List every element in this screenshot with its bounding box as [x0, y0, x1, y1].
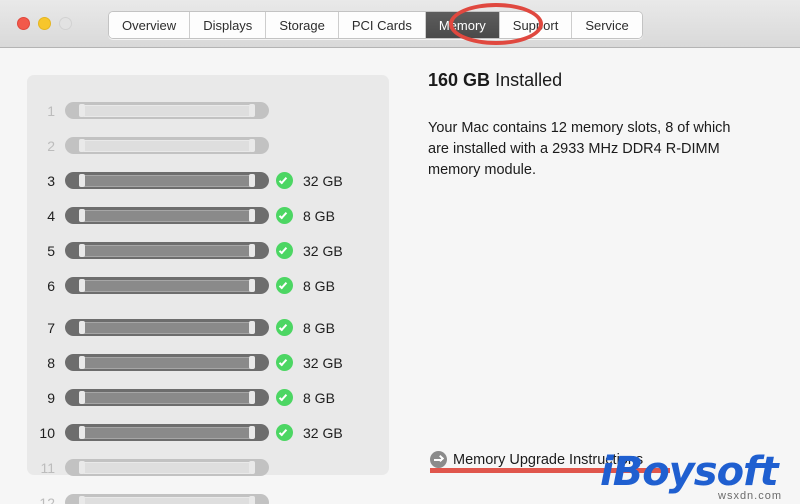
dimm-module-icon: [65, 172, 269, 189]
memory-description: Your Mac contains 12 memory slots, 8 of …: [428, 118, 748, 181]
tab-overview[interactable]: Overview: [109, 12, 190, 38]
check-circle-icon: [276, 354, 293, 371]
memory-slot-status: [269, 319, 299, 336]
tab-displays[interactable]: Displays: [190, 12, 266, 38]
memory-slot-row: 2: [27, 128, 389, 163]
minimize-button[interactable]: [38, 17, 51, 30]
memory-slot-row: 3 32 GB: [27, 163, 389, 198]
memory-slot-row: 6 8 GB: [27, 268, 389, 303]
memory-slot-size: 8 GB: [299, 278, 335, 294]
memory-slot-status: [269, 354, 299, 371]
memory-slot-number: 2: [27, 138, 65, 154]
memory-slot-status: [269, 172, 299, 189]
memory-slot-number: 1: [27, 103, 65, 119]
memory-slot-status: [269, 277, 299, 294]
dimm-module-icon: [65, 102, 269, 119]
dimm-module-icon: [65, 459, 269, 476]
memory-pane: 12332 GB48 GB532 GB68 GB 78 GB832 GB98 G…: [0, 48, 800, 504]
memory-slot-size: 32 GB: [299, 355, 343, 371]
upgrade-link-underline-annotation: [430, 468, 670, 473]
memory-slot-row: 5 32 GB: [27, 233, 389, 268]
check-circle-icon: [276, 319, 293, 336]
installed-amount: 160 GB: [428, 70, 490, 90]
check-circle-icon: [276, 277, 293, 294]
memory-slot-status: [269, 389, 299, 406]
memory-slot-size: 32 GB: [299, 243, 343, 259]
check-circle-icon: [276, 424, 293, 441]
memory-slot-number: 7: [27, 320, 65, 336]
memory-info-panel: 160 GB Installed Your Mac contains 12 me…: [428, 70, 778, 181]
memory-slot-row: 9 8 GB: [27, 380, 389, 415]
traffic-light-controls: [17, 17, 72, 30]
dimm-module-icon: [65, 389, 269, 406]
memory-slot-row: 1: [27, 93, 389, 128]
tab-storage[interactable]: Storage: [266, 12, 339, 38]
check-circle-icon: [276, 172, 293, 189]
tab-bar: Overview Displays Storage PCI Cards Memo…: [108, 11, 643, 39]
tab-support[interactable]: Support: [500, 12, 573, 38]
memory-slot-row: 7 8 GB: [27, 310, 389, 345]
memory-slot-panel: 1 2 3 32 GB 4 8 GB 5 32 GB 6 8 GB 7 8 GB 8 32 GB 9 8 G…: [27, 75, 389, 475]
check-circle-icon: [276, 207, 293, 224]
dimm-module-icon: [65, 277, 269, 294]
memory-slot-size: 8 GB: [299, 208, 335, 224]
memory-slot-number: 8: [27, 355, 65, 371]
system-information-window: Overview Displays Storage PCI Cards Memo…: [0, 0, 800, 504]
memory-slot-group-bottom: 7 8 GB 8 32 GB 9 8 GB 10 32 GB 11 12: [27, 310, 389, 504]
memory-slot-size: 32 GB: [299, 173, 343, 189]
memory-slot-number: 5: [27, 243, 65, 259]
memory-slot-number: 11: [27, 460, 65, 476]
memory-slot-row: 12: [27, 485, 389, 504]
memory-slot-status: [269, 424, 299, 441]
check-circle-icon: [276, 389, 293, 406]
tab-memory[interactable]: Memory: [426, 12, 500, 38]
memory-slot-number: 6: [27, 278, 65, 294]
dimm-module-icon: [65, 242, 269, 259]
memory-slot-size: 32 GB: [299, 425, 343, 441]
memory-slot-group-top: 1 2 3 32 GB 4 8 GB 5 32 GB 6 8 GB: [27, 93, 389, 303]
memory-slot-row: 10 32 GB: [27, 415, 389, 450]
memory-slot-row: 11: [27, 450, 389, 485]
memory-slot-number: 10: [27, 425, 65, 441]
window-titlebar: Overview Displays Storage PCI Cards Memo…: [0, 0, 800, 48]
installed-label: Installed: [495, 70, 562, 90]
close-button[interactable]: [17, 17, 30, 30]
installed-summary: 160 GB Installed: [428, 70, 778, 92]
dimm-module-icon: [65, 494, 269, 504]
memory-slot-size: 8 GB: [299, 320, 335, 336]
memory-slot-number: 9: [27, 390, 65, 406]
dimm-module-icon: [65, 424, 269, 441]
memory-slot-status: [269, 242, 299, 259]
memory-slot-status: [269, 207, 299, 224]
check-circle-icon: [276, 242, 293, 259]
dimm-module-icon: [65, 319, 269, 336]
dimm-module-icon: [65, 137, 269, 154]
memory-slot-number: 12: [27, 495, 65, 504]
memory-slot-row: 8 32 GB: [27, 345, 389, 380]
memory-slot-row: 4 8 GB: [27, 198, 389, 233]
zoom-button: [59, 17, 72, 30]
memory-upgrade-link-label: Memory Upgrade Instructions: [453, 452, 643, 468]
tab-pci-cards[interactable]: PCI Cards: [339, 12, 426, 38]
tab-service[interactable]: Service: [572, 12, 641, 38]
memory-upgrade-link[interactable]: Memory Upgrade Instructions: [430, 451, 643, 468]
memory-slot-size: 8 GB: [299, 390, 335, 406]
memory-slot-number: 4: [27, 208, 65, 224]
dimm-module-icon: [65, 354, 269, 371]
dimm-module-icon: [65, 207, 269, 224]
memory-slot-number: 3: [27, 173, 65, 189]
arrow-right-circle-icon: [430, 451, 447, 468]
